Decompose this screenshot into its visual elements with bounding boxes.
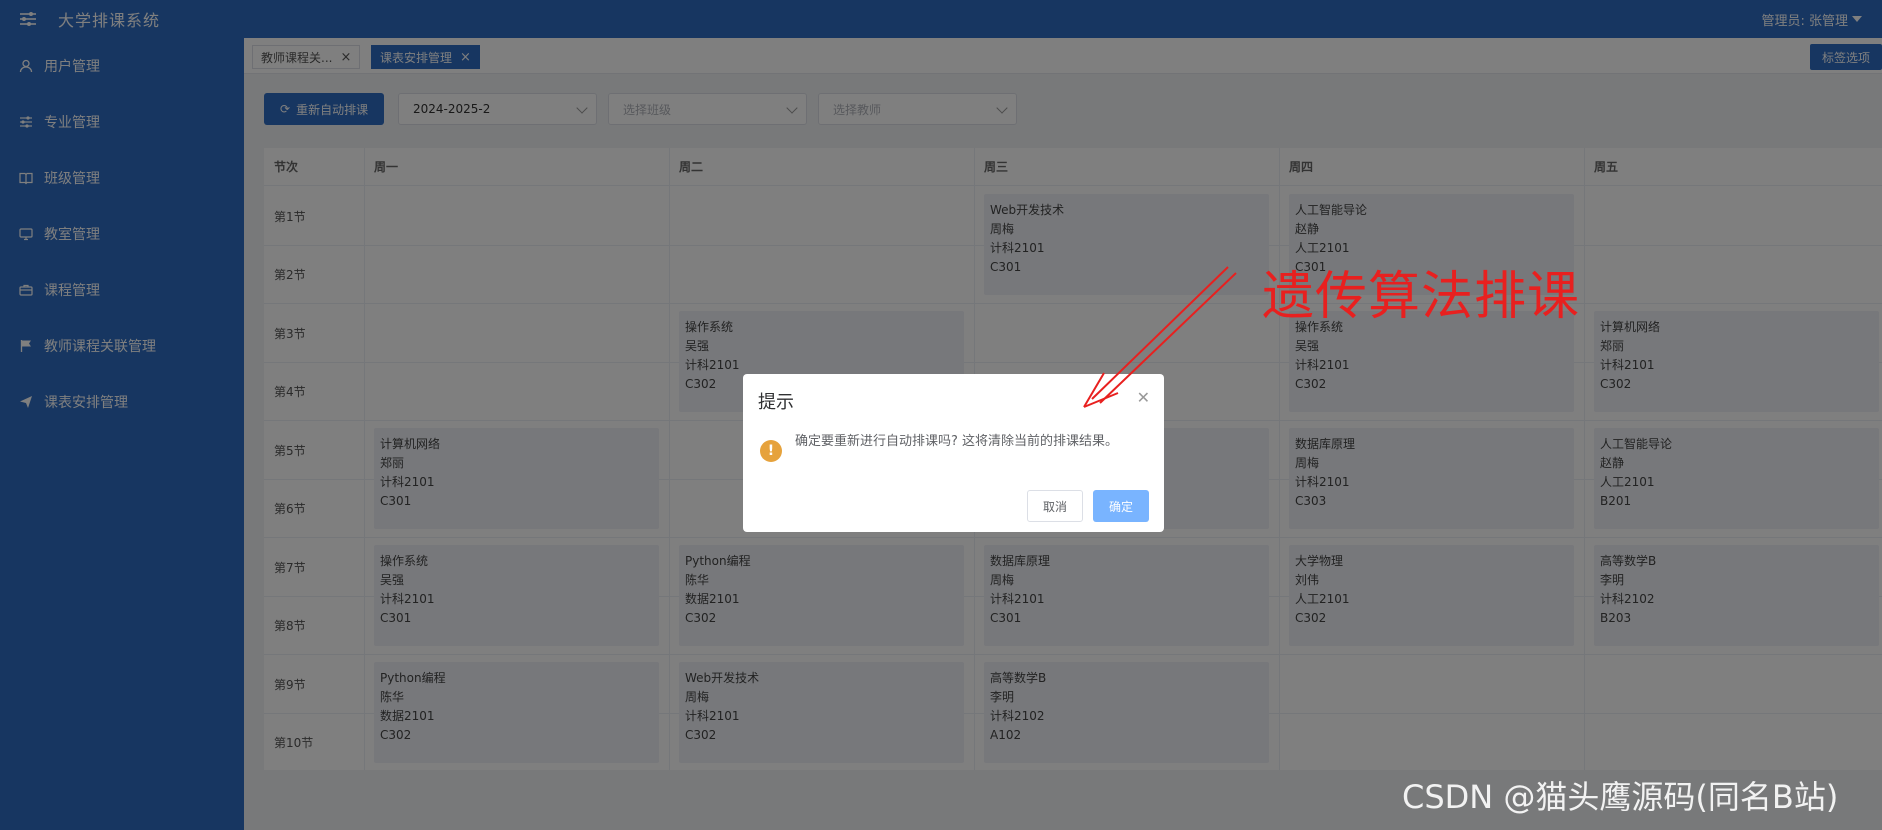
warning-icon: ! [760, 440, 782, 462]
confirm-button[interactable]: 确定 [1093, 490, 1149, 522]
cancel-button[interactable]: 取消 [1027, 490, 1083, 522]
annotation-arrow-icon [1083, 266, 1237, 408]
dialog-message: 确定要重新进行自动排课吗? 这将清除当前的排课结果。 [795, 434, 1119, 449]
watermark: CSDN @猫头鹰源码(同名B站) [1402, 778, 1839, 816]
dialog-title: 提示 [758, 392, 794, 413]
annotation-text: 遗传算法排课 [1262, 267, 1581, 327]
